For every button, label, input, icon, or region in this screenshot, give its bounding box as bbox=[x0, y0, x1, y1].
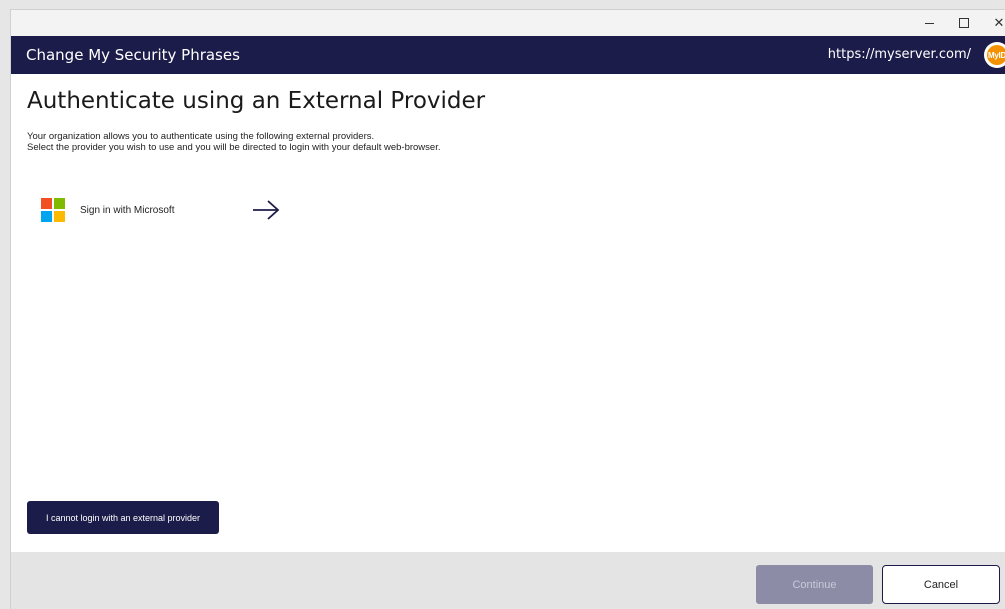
server-url: https://myserver.com/ bbox=[827, 47, 971, 62]
arrow-right-icon bbox=[253, 200, 280, 220]
cannot-login-button[interactable]: I cannot login with an external provider bbox=[27, 501, 219, 534]
app-window: ✕ Change My Security Phrases https://mys… bbox=[10, 9, 1005, 609]
page-description: Your organization allows you to authenti… bbox=[27, 131, 440, 153]
logo-square-yellow bbox=[54, 211, 65, 222]
minimize-button[interactable] bbox=[911, 10, 947, 36]
window-titlebar: ✕ bbox=[11, 10, 1005, 36]
main-content: Authenticate using an External Provider … bbox=[11, 74, 1005, 552]
app-header: Change My Security Phrases https://myser… bbox=[11, 36, 1005, 74]
logo-text: MyID bbox=[987, 45, 1005, 65]
app-title: Change My Security Phrases bbox=[26, 46, 240, 64]
cancel-button[interactable]: Cancel bbox=[882, 565, 1000, 604]
page-title: Authenticate using an External Provider bbox=[27, 88, 486, 114]
footer-bar: Continue Cancel bbox=[11, 552, 1005, 609]
maximize-button[interactable] bbox=[946, 10, 982, 36]
sign-in-microsoft-button[interactable]: Sign in with Microsoft bbox=[29, 190, 289, 230]
description-line: Your organization allows you to authenti… bbox=[27, 131, 375, 142]
microsoft-logo-icon bbox=[41, 198, 65, 222]
maximize-icon bbox=[959, 18, 969, 28]
logo-square-green bbox=[54, 198, 65, 209]
close-icon: ✕ bbox=[993, 15, 1005, 31]
minimize-icon bbox=[924, 22, 934, 24]
myid-logo-icon: MyID bbox=[984, 42, 1005, 68]
continue-button[interactable]: Continue bbox=[756, 565, 873, 604]
logo-square-blue bbox=[41, 211, 52, 222]
logo-square-red bbox=[41, 198, 52, 209]
description-line: Select the provider you wish to use and … bbox=[27, 142, 441, 153]
close-button[interactable]: ✕ bbox=[981, 10, 1005, 36]
provider-label: Sign in with Microsoft bbox=[80, 204, 175, 216]
